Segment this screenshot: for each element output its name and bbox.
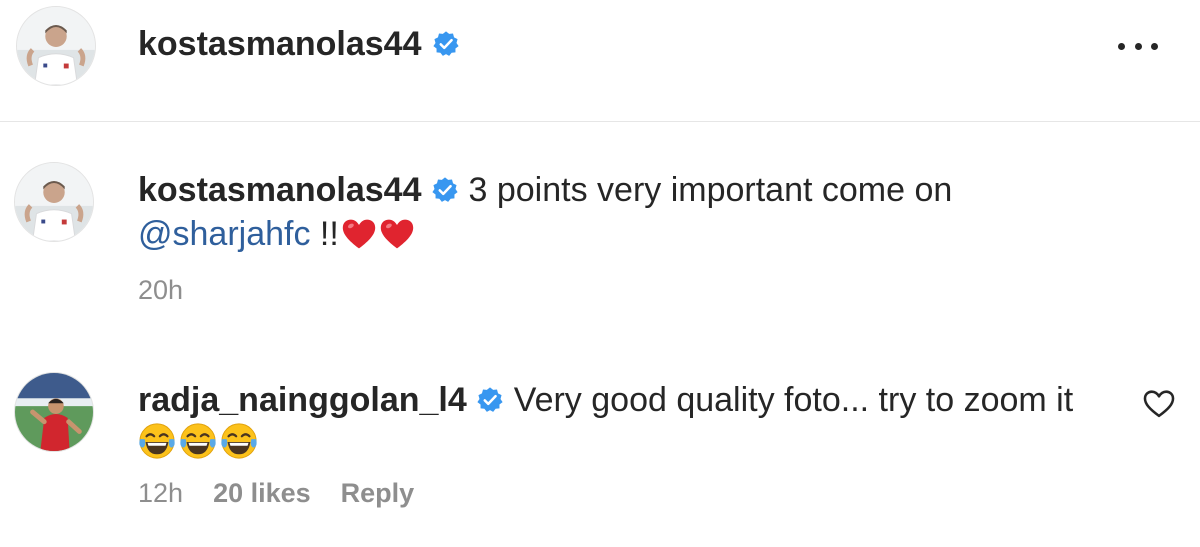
comment-body: radja_nainggolan_l4 Very good quality fo… [138, 378, 1098, 460]
comment-username[interactable]: radja_nainggolan_l4 [138, 378, 467, 422]
caption-body: kostasmanolas44 3 points very important … [138, 168, 1098, 256]
comment-timestamp[interactable]: 12h [138, 478, 183, 509]
comment-username[interactable]: kostasmanolas44 [138, 168, 422, 212]
more-dot [1134, 42, 1142, 50]
author-username-row: kostasmanolas44 [138, 24, 460, 64]
comment-line-2 [138, 422, 1098, 460]
caption-comment: kostasmanolas44 3 points very important … [0, 140, 1200, 330]
avatar-photo-icon [17, 7, 95, 85]
mention-link[interactable]: @sharjahfc [138, 212, 310, 256]
comment-text-suffix: !! [310, 215, 339, 253]
comment-timestamp[interactable]: 20h [138, 275, 183, 306]
user-comment: radja_nainggolan_l4 Very good quality fo… [0, 350, 1200, 540]
more-dot [1151, 42, 1158, 50]
verified-badge-icon [476, 386, 504, 414]
comment-line-1: radja_nainggolan_l4 Very good quality fo… [138, 378, 1098, 422]
verified-badge-icon [431, 176, 459, 204]
avatar-photo-icon [15, 373, 93, 451]
post-header: kostasmanolas44 [0, 0, 1200, 120]
author-avatar[interactable] [16, 6, 96, 86]
reply-button[interactable]: Reply [341, 478, 415, 509]
heart-emoji [341, 217, 377, 251]
more-dot [1118, 42, 1125, 50]
likes-count[interactable]: 20 likes [213, 478, 311, 509]
comment-text: 3 points very important come on [468, 171, 953, 209]
caption-author-avatar[interactable] [14, 162, 94, 242]
avatar-photo-icon [15, 163, 93, 241]
comment-text: Very good quality foto... try to zoom it [513, 381, 1074, 419]
caption-line-1: kostasmanolas44 3 points very important … [138, 168, 1098, 212]
commenter-avatar[interactable] [14, 372, 94, 452]
header-divider [0, 121, 1200, 122]
comment-meta: 12h 20 likes Reply [138, 478, 444, 509]
heart-outline-icon[interactable] [1142, 388, 1176, 420]
caption-line-2: @sharjahfc !! [138, 212, 1098, 256]
laughing-crying-emoji [179, 422, 217, 460]
author-username[interactable]: kostasmanolas44 [138, 24, 422, 64]
laughing-crying-emoji [138, 422, 176, 460]
more-options-icon[interactable] [1118, 34, 1158, 58]
laughing-crying-emoji [220, 422, 258, 460]
caption-meta: 20h [138, 275, 213, 306]
verified-badge-icon [432, 30, 460, 58]
heart-emoji [379, 217, 415, 251]
